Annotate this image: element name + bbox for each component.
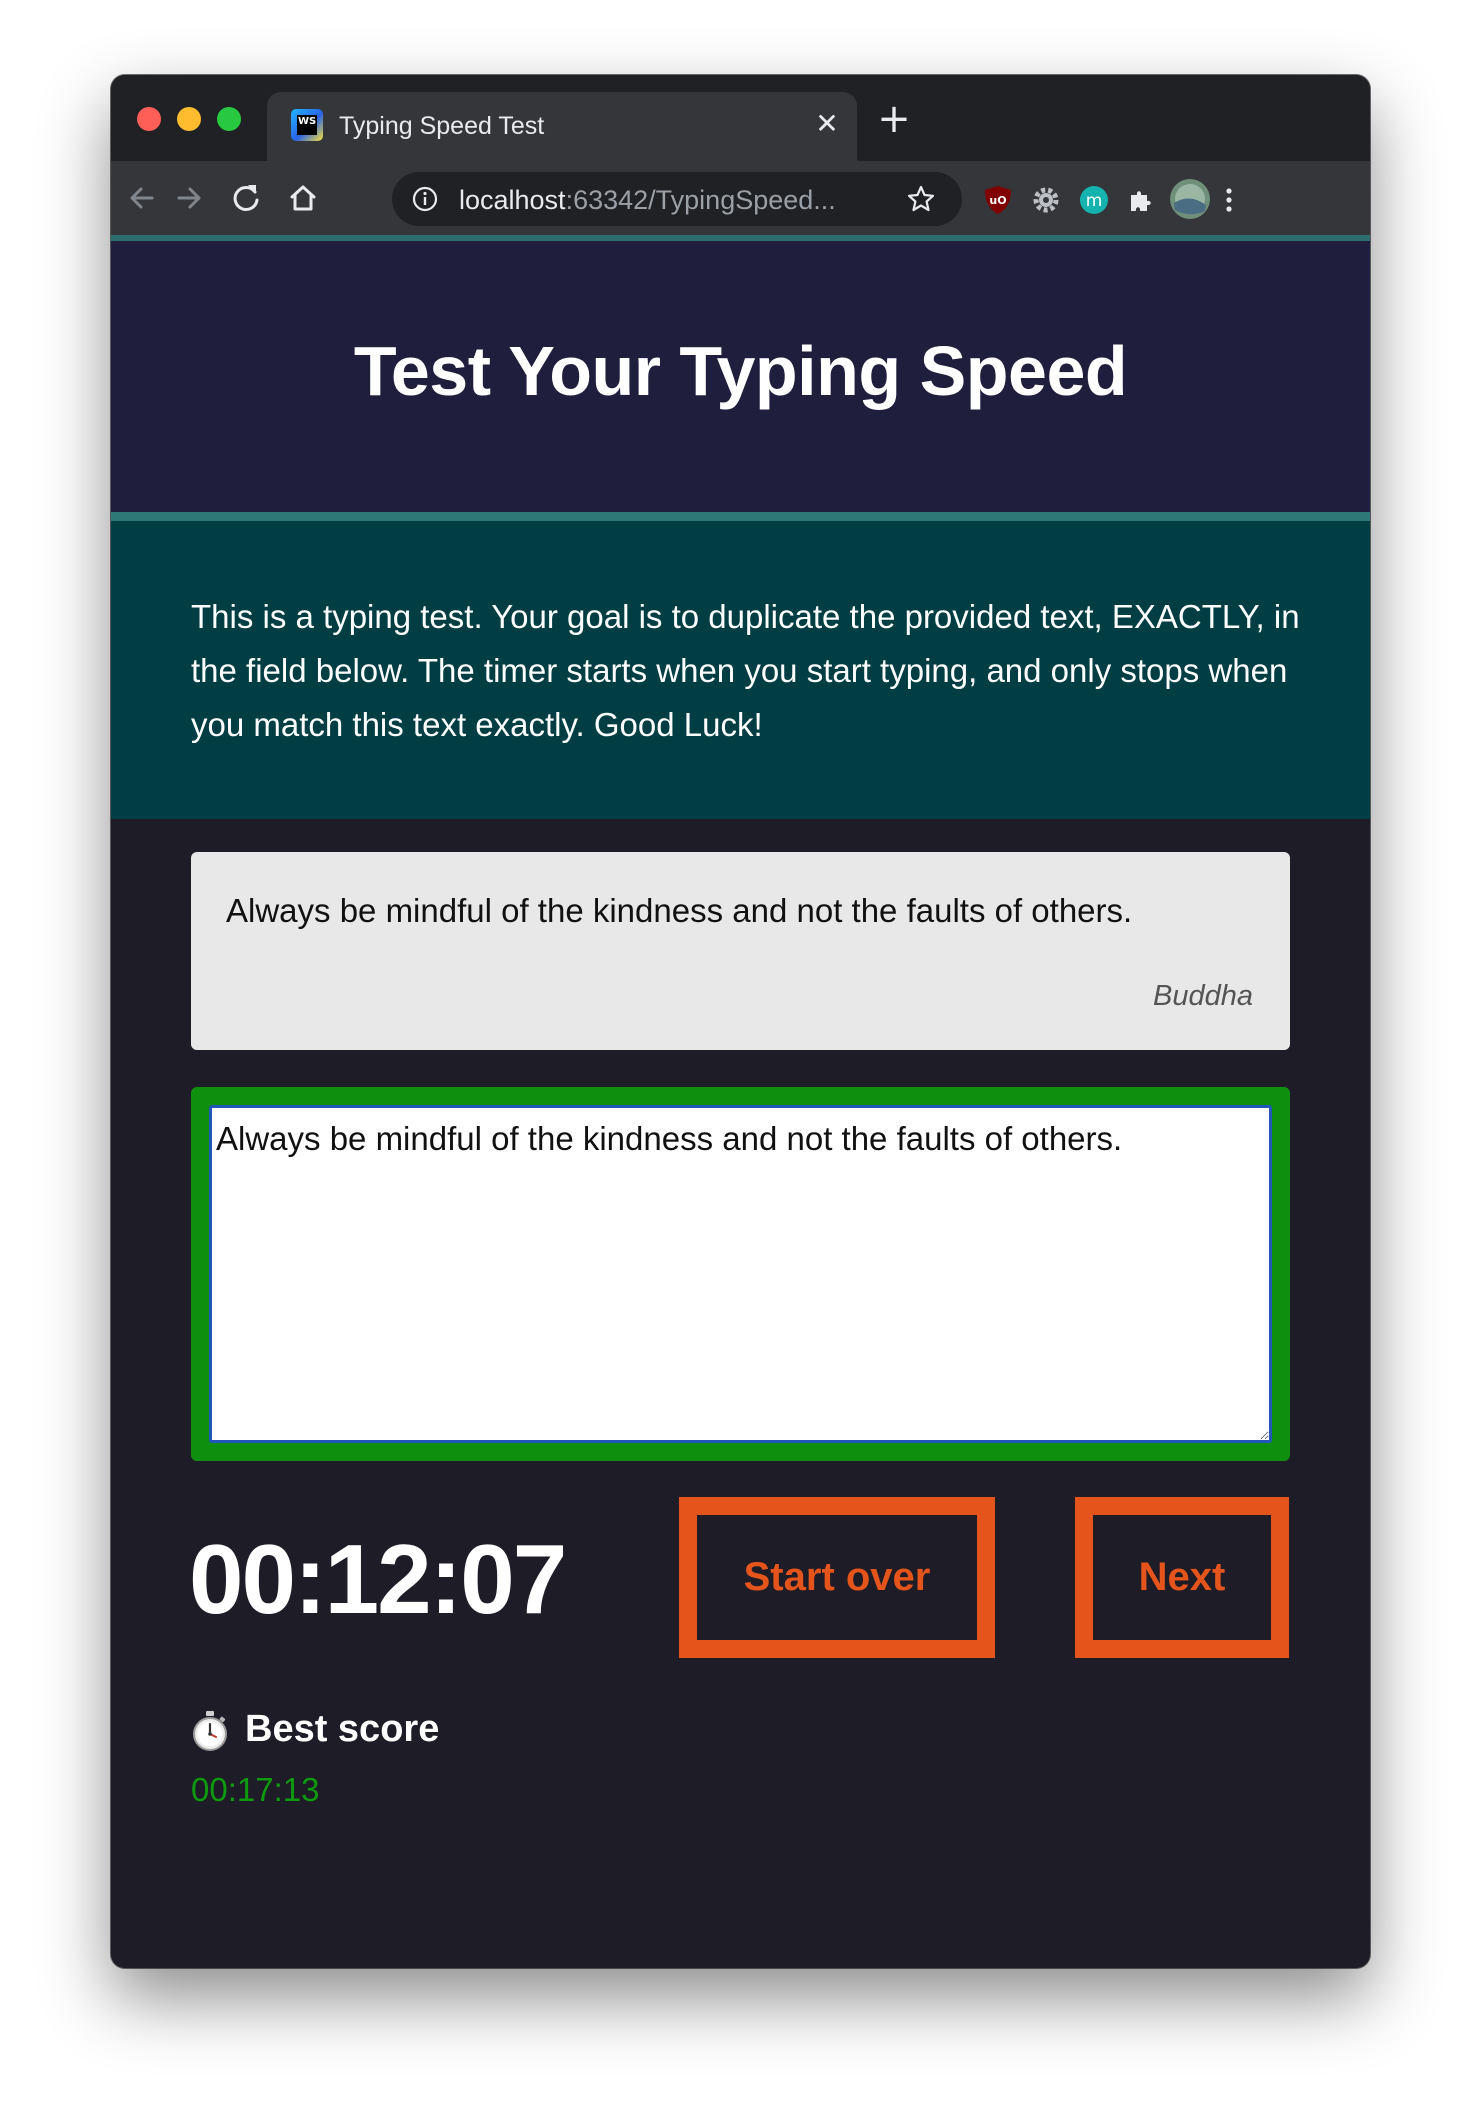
quote-author: Buddha [1153,980,1253,1012]
page-title: Test Your Typing Speed [353,332,1128,410]
intro-section: This is a typing test. Your goal is to d… [111,512,1370,819]
gear-extension-icon[interactable] [1030,184,1062,216]
page-content: Test Your Typing Speed This is a typing … [111,235,1370,1968]
close-window-button[interactable] [137,107,161,131]
typing-input[interactable] [209,1105,1272,1443]
svg-text:uO: uO [989,194,1006,207]
start-over-button[interactable]: Start over [679,1497,995,1658]
menu-kebab-icon[interactable] [1213,184,1245,216]
tab-strip: WS Typing Speed Test ✕ + [111,75,1370,161]
info-icon[interactable] [412,186,438,212]
ublock-shield-icon[interactable]: uO [982,184,1014,216]
new-tab-button[interactable]: + [874,99,914,141]
browser-toolbar: localhost:63342/TypingSpeed... uO m [111,161,1370,235]
page-header: Test Your Typing Speed [111,235,1370,512]
svg-text:m: m [1086,191,1103,211]
webstorm-favicon-icon: WS [291,109,323,141]
stopwatch-icon [193,1711,227,1751]
url-text[interactable]: localhost:63342/TypingSpeed... [459,185,836,216]
maximize-window-button[interactable] [217,107,241,131]
extensions-puzzle-icon[interactable] [1125,184,1157,216]
m-extension-icon[interactable]: m [1078,184,1110,216]
quote-card: Always be mindful of the kindness and no… [191,852,1290,1050]
intro-text: This is a typing test. Your goal is to d… [191,598,1300,743]
close-tab-icon[interactable]: ✕ [811,108,843,140]
back-arrow-icon[interactable] [122,178,162,218]
home-icon[interactable] [283,178,323,218]
address-bar[interactable]: localhost:63342/TypingSpeed... [392,172,962,226]
reload-icon[interactable] [226,178,266,218]
tab-title: Typing Speed Test [339,112,545,140]
timer-display: 00:12:07 [189,1524,567,1634]
bookmark-star-icon[interactable] [906,184,936,214]
best-score-label: Best score [245,1708,440,1750]
typing-input-wrapper [191,1087,1290,1461]
browser-window: WS Typing Speed Test ✕ + localhost:63342… [111,75,1370,1968]
minimize-window-button[interactable] [177,107,201,131]
tab-typing-speed-test[interactable]: WS Typing Speed Test ✕ [267,92,857,161]
quote-text: Always be mindful of the kindness and no… [226,892,1133,929]
forward-arrow-icon[interactable] [169,178,209,218]
profile-avatar-icon[interactable] [1169,178,1211,220]
best-score-value: 00:17:13 [191,1771,320,1808]
next-button[interactable]: Next [1075,1497,1289,1658]
